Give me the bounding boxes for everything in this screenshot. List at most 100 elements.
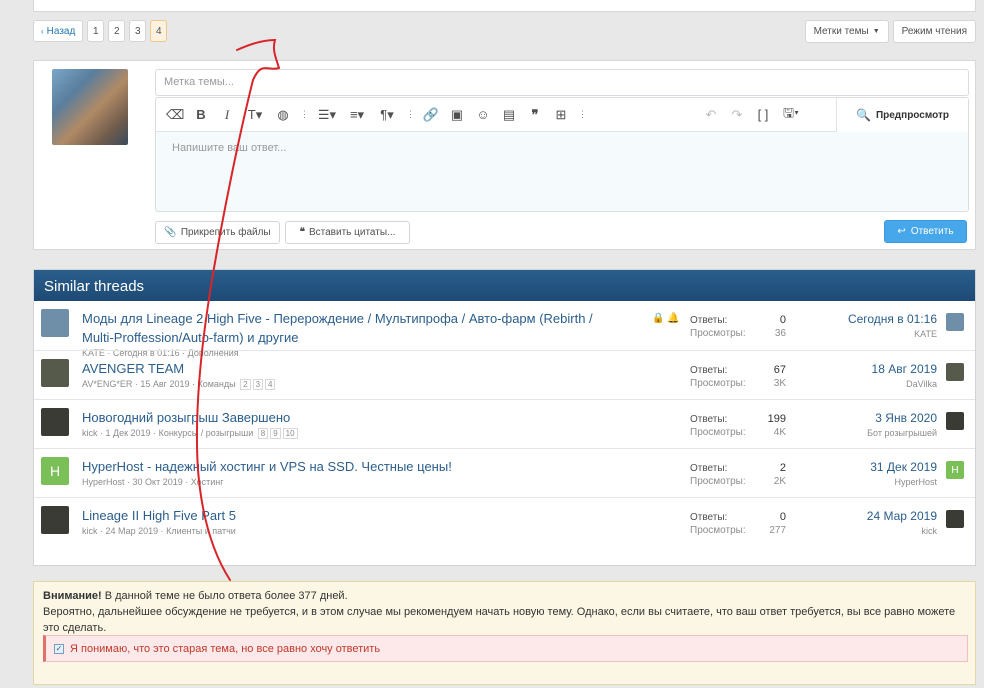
thread-title-link[interactable]: Моды для Lineage 2 High Five - Перерожде… — [82, 309, 622, 347]
table-icon[interactable]: ⊞ — [552, 107, 570, 123]
last-poster-avatar[interactable] — [946, 363, 964, 381]
thread-forum-link[interactable]: Команды — [197, 379, 235, 389]
thread-row[interactable]: Моды для Lineage 2 High Five - Перерожде… — [34, 301, 975, 358]
last-poster-avatar[interactable] — [946, 510, 964, 528]
last-post: Сегодня в 01:16 KATE — [848, 312, 937, 342]
preview-button[interactable]: 🔍 Предпросмотр — [836, 98, 968, 132]
last-post-date[interactable]: 24 Мар 2019 — [867, 509, 937, 524]
views-count: 36 — [774, 328, 786, 339]
paperclip-icon: 📎 — [164, 227, 177, 238]
last-post-user[interactable]: KATE — [848, 327, 937, 342]
drafts-icon[interactable]: 🖫▾ — [780, 104, 802, 126]
eraser-icon[interactable]: ⌫ — [166, 107, 184, 123]
last-poster-avatar[interactable] — [946, 412, 964, 430]
last-poster-avatar[interactable] — [946, 313, 964, 331]
list-icon[interactable]: ☰▾ — [316, 107, 338, 123]
thread-tag-input[interactable]: Метка темы... — [155, 69, 969, 96]
more-options-icon-3[interactable]: ⋮ — [578, 109, 587, 120]
lock-icon: 🔒 🔔 — [652, 313, 680, 324]
previous-post-bottom — [33, 0, 976, 12]
attach-files-button[interactable]: 📎 Прикрепить файлы — [155, 221, 280, 244]
submit-reply-label: Ответить — [910, 226, 954, 237]
insert-quotes-button[interactable]: ❝ Вставить цитаты... — [285, 221, 410, 244]
thread-page-link[interactable]: 8 — [257, 428, 269, 439]
user-avatar — [52, 69, 128, 145]
thread-page-link[interactable]: 10 — [282, 428, 298, 439]
thread-author[interactable]: HyperHost — [82, 477, 125, 487]
thread-page-link[interactable]: 2 — [240, 379, 251, 390]
last-poster-avatar[interactable]: H — [946, 461, 964, 479]
thread-author-avatar[interactable]: H — [41, 457, 69, 485]
thread-actions: Метки темы ▼ Режим чтения — [804, 20, 976, 43]
thread-author-avatar[interactable] — [41, 506, 69, 534]
thread-row[interactable]: Новогодний розыгрыш Завершено kick · 1 Де… — [34, 399, 975, 448]
thread-row[interactable]: AVENGER TEAM AV*ENG*ER · 15 Авг 2019 · Ко… — [34, 350, 975, 399]
thread-forum-link[interactable]: Конкурсы / розыгрыши — [159, 428, 254, 438]
last-post-date[interactable]: 18 Авг 2019 — [872, 362, 937, 377]
thread-title-link[interactable]: Новогодний розыгрыш Завершено — [82, 408, 622, 427]
bold-icon[interactable]: B — [192, 107, 210, 122]
undo-icon[interactable]: ↶ — [702, 107, 720, 123]
thread-author[interactable]: kick — [82, 526, 98, 536]
thread-author-avatar[interactable] — [41, 359, 69, 387]
thread-title-link[interactable]: Lineage II High Five Part 5 — [82, 506, 622, 525]
preview-label: Предпросмотр — [875, 109, 949, 121]
thread-forum-link[interactable]: Хостинг — [191, 477, 224, 487]
views-count: 3K — [773, 378, 786, 389]
thread-author[interactable]: kick — [82, 428, 98, 438]
thread-page-link[interactable]: 3 — [252, 379, 264, 390]
last-post-date[interactable]: 31 Дек 2019 — [870, 460, 937, 475]
thread-title-link[interactable]: HyperHost - надежный хостинг и VPS на SS… — [82, 457, 622, 476]
page-2-button[interactable]: 2 — [108, 20, 126, 42]
palette-icon[interactable]: ◍ — [274, 107, 292, 123]
page-4-button-current[interactable]: 4 — [150, 20, 168, 42]
thread-forum-link[interactable]: Клиенты и патчи — [166, 526, 236, 536]
media-icon[interactable]: ▤ — [500, 107, 518, 123]
more-options-icon-2[interactable]: ⋮ — [406, 109, 415, 120]
page-1-button[interactable]: 1 — [87, 20, 105, 42]
views-label: Просмотры: — [690, 525, 746, 536]
redo-icon[interactable]: ↷ — [728, 107, 746, 123]
pagination: ‹ Назад 1 2 3 4 — [33, 20, 168, 42]
last-post: 3 Янв 2020 Бот розыгрышей — [867, 411, 937, 441]
last-post-date[interactable]: Сегодня в 01:16 — [848, 312, 937, 327]
last-post-user[interactable]: Бот розыгрышей — [867, 426, 937, 441]
thread-author-avatar[interactable] — [41, 309, 69, 337]
thread-meta: AV*ENG*ER · 15 Авг 2019 · Команды 234 — [82, 379, 276, 390]
last-post-user[interactable]: kick — [867, 524, 938, 539]
font-size-icon[interactable]: T▾ — [244, 107, 266, 123]
bbcode-toggle-icon[interactable]: [ ] — [754, 107, 772, 122]
thread-title-link[interactable]: AVENGER TEAM — [82, 359, 622, 378]
thread-row[interactable]: Lineage II High Five Part 5 kick · 24 Мар… — [34, 497, 975, 546]
thread-author[interactable]: AV*ENG*ER — [82, 379, 132, 389]
thread-tags-button[interactable]: Метки темы ▼ — [804, 20, 889, 43]
align-icon[interactable]: ≡▾ — [346, 107, 368, 123]
paragraph-icon[interactable]: ¶▾ — [376, 107, 398, 123]
last-post-user[interactable]: HyperHost — [870, 475, 937, 490]
prev-page-button[interactable]: ‹ Назад — [33, 20, 84, 42]
image-icon[interactable]: ▣ — [448, 107, 466, 123]
editor-toolbar: ⌫ B I T▾ ◍ ⋮ ☰▾ ≡▾ ¶▾ ⋮ 🔗 ▣ ☺ ▤ ❞ ⊞ ⋮ ↶ … — [156, 98, 968, 132]
last-post: 31 Дек 2019 HyperHost — [870, 460, 937, 490]
page-3-button[interactable]: 3 — [129, 20, 147, 42]
thread-page-link[interactable]: 4 — [265, 379, 276, 390]
submit-reply-button[interactable]: ↩ Ответить — [884, 220, 967, 243]
smiley-icon[interactable]: ☺ — [474, 107, 492, 122]
last-post-date[interactable]: 3 Янв 2020 — [867, 411, 937, 426]
thread-author-avatar[interactable] — [41, 408, 69, 436]
italic-icon[interactable]: I — [218, 107, 236, 123]
more-options-icon[interactable]: ⋮ — [300, 109, 309, 120]
replies-label: Ответы: — [690, 414, 728, 425]
views-label: Просмотры: — [690, 427, 746, 438]
quote-icon[interactable]: ❞ — [526, 107, 544, 123]
reader-mode-button[interactable]: Режим чтения — [892, 20, 976, 43]
thread-row[interactable]: H HyperHost - надежный хостинг и VPS на S… — [34, 448, 975, 497]
thread-page-link[interactable]: 9 — [270, 428, 281, 439]
confirm-checkbox[interactable]: ✓ — [54, 643, 64, 654]
last-post-user[interactable]: DaVilka — [872, 377, 937, 392]
thread-page-links: 8 9 10 — [256, 428, 298, 439]
insert-quotes-label: Вставить цитаты... — [308, 227, 396, 238]
message-textarea[interactable]: Напишите ваш ответ... — [156, 132, 968, 164]
link-icon[interactable]: 🔗 — [422, 107, 440, 123]
old-thread-confirm[interactable]: ✓ Я понимаю, что это старая тема, но все… — [43, 635, 968, 662]
